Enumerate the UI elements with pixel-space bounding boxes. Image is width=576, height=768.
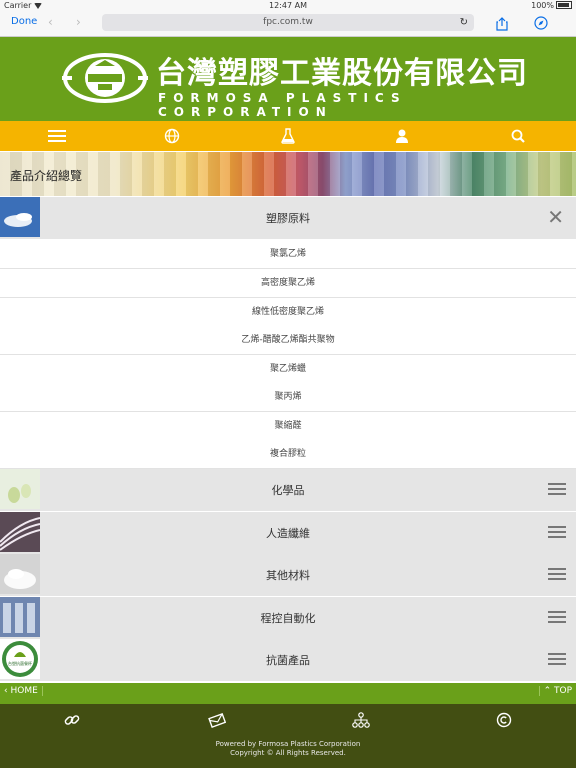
expand-menu-icon[interactable] bbox=[548, 483, 566, 498]
battery-icon bbox=[556, 1, 572, 9]
compass-icon[interactable] bbox=[534, 15, 548, 34]
main-menu-bar bbox=[0, 121, 576, 151]
globe-icon[interactable] bbox=[164, 126, 184, 146]
battery-indicator: 100% bbox=[531, 1, 572, 10]
category-label: 其他材料 bbox=[266, 569, 310, 582]
sitemap-icon[interactable] bbox=[352, 712, 370, 732]
list-item[interactable]: 聚氯乙烯 bbox=[0, 240, 576, 269]
banner-pellets-image bbox=[0, 152, 576, 196]
category-label: 程控自動化 bbox=[260, 612, 316, 625]
company-logo-icon bbox=[62, 53, 148, 103]
forward-arrow-icon[interactable]: › bbox=[76, 15, 81, 29]
browser-toolbar: Done ‹ › fpc.com.tw ↻ bbox=[0, 12, 576, 37]
category-label: 化學品 bbox=[271, 484, 305, 497]
list-item[interactable]: 複合膠粒 bbox=[0, 440, 576, 469]
expand-menu-icon[interactable] bbox=[548, 526, 566, 541]
product-banner: 產品介紹總覽 bbox=[0, 152, 576, 196]
category-chemicals[interactable]: 化學品 bbox=[0, 469, 576, 512]
url-text: fpc.com.tw bbox=[263, 17, 313, 27]
list-item[interactable]: 乙烯-醋酸乙烯酯共聚物 bbox=[0, 326, 576, 355]
credit-line: Powered by Formosa Plastics Corporation bbox=[215, 740, 361, 748]
logo-english-name: FORMOSA PLASTICS CORPORATION bbox=[158, 91, 407, 119]
mail-icon[interactable] bbox=[208, 712, 227, 732]
category-label: 人造纖維 bbox=[266, 527, 310, 540]
list-item[interactable]: 線性低密度聚乙烯 bbox=[0, 298, 576, 327]
close-icon[interactable]: ✕ bbox=[547, 205, 564, 229]
expand-menu-icon[interactable] bbox=[548, 611, 566, 626]
copyright-icon[interactable] bbox=[496, 712, 512, 732]
list-item[interactable]: 聚乙烯蠟 bbox=[0, 355, 576, 384]
url-bar[interactable]: fpc.com.tw ↻ bbox=[102, 14, 474, 31]
search-icon[interactable] bbox=[510, 126, 530, 146]
category-label: 塑膠原料 bbox=[266, 212, 310, 225]
expand-menu-icon[interactable] bbox=[548, 653, 566, 668]
menu-icon[interactable] bbox=[48, 126, 68, 146]
copyright-line: Copyright © All Rights Reserved. bbox=[230, 749, 346, 757]
home-button[interactable]: ‹ HOME bbox=[4, 686, 43, 696]
status-bar: Carrier 12:47 AM 100% bbox=[0, 0, 576, 12]
logo-chinese-name: 台灣塑膠工業股份有限公司 bbox=[156, 56, 528, 91]
clock: 12:47 AM bbox=[269, 1, 307, 10]
category-other-materials[interactable]: 其他材料 bbox=[0, 554, 576, 597]
user-icon[interactable] bbox=[394, 126, 414, 146]
top-button[interactable]: ⌃ TOP bbox=[538, 686, 572, 696]
list-item[interactable]: 聚縮醛 bbox=[0, 412, 576, 441]
site-footer: Powered by Formosa Plastics Corporation … bbox=[0, 704, 576, 768]
category-automation[interactable]: 程控自動化 bbox=[0, 597, 576, 640]
page-title: 產品介紹總覽 bbox=[10, 169, 83, 183]
category-fibers[interactable]: 人造纖維 bbox=[0, 512, 576, 555]
category-antibacterial[interactable]: 台塑抗菌餐杯 抗菌產品 bbox=[0, 639, 576, 682]
footer-nav: ‹ HOME ⌃ TOP bbox=[0, 683, 576, 704]
site-header: 台灣塑膠工業股份有限公司 FORMOSA PLASTICS CORPORATIO… bbox=[0, 37, 576, 121]
category-plastics[interactable]: 塑膠原料 ✕ bbox=[0, 197, 576, 240]
category-label: 抗菌產品 bbox=[266, 654, 310, 667]
link-icon[interactable] bbox=[64, 712, 80, 732]
share-icon[interactable] bbox=[496, 16, 508, 35]
expand-menu-icon[interactable] bbox=[548, 568, 566, 583]
done-button[interactable]: Done bbox=[11, 16, 37, 27]
list-item[interactable]: 高密度聚乙烯 bbox=[0, 269, 576, 298]
list-item[interactable]: 聚丙烯 bbox=[0, 383, 576, 412]
reload-icon[interactable]: ↻ bbox=[460, 14, 468, 31]
flask-icon[interactable] bbox=[280, 126, 300, 146]
back-arrow-icon[interactable]: ‹ bbox=[48, 15, 53, 29]
